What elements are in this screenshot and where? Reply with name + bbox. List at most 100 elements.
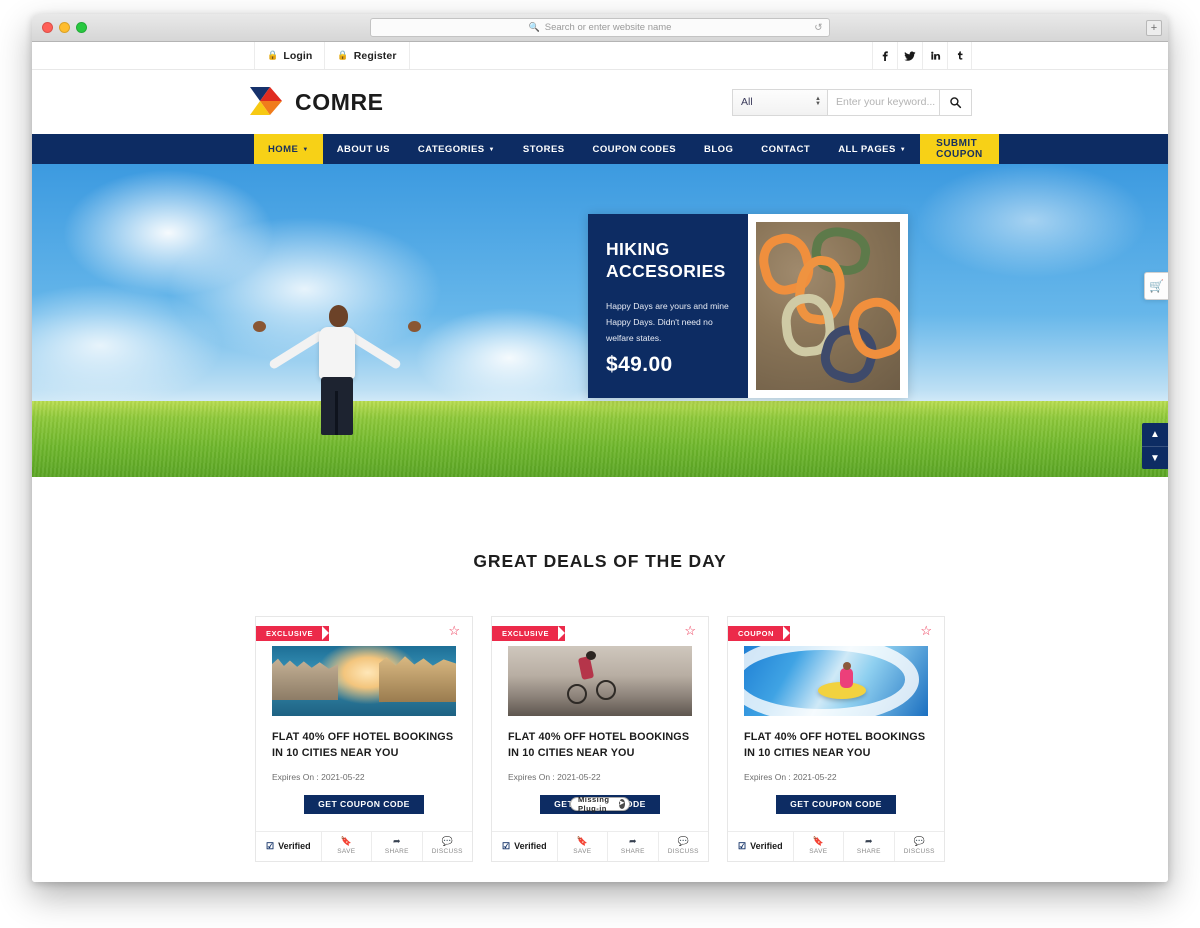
hero-promo-image [748, 214, 908, 398]
reload-icon[interactable]: ↺ [813, 22, 824, 33]
get-coupon-code-button[interactable]: GET COUPON CODE Missing Plug-in ➤ [540, 794, 660, 814]
share-label: SHARE [384, 848, 409, 856]
linkedin-icon[interactable] [922, 42, 947, 69]
lock-icon: 🔒 [267, 50, 279, 60]
lock-icon: 🔒 [337, 50, 349, 60]
nav-item-label: BLOG [704, 143, 734, 155]
hero-promo-card[interactable]: HIKING ACCESORIES Happy Days are yours a… [588, 214, 908, 398]
deal-card-expiry: Expires On : 2021-05-22 [508, 771, 601, 782]
brand-row: COMRE All ▲ ▼ Enter your keyword... [32, 70, 1168, 134]
share-action[interactable]: ➦ SHARE [608, 831, 659, 861]
deal-card-title: FLAT 40% OFF HOTEL BOOKINGS IN 10 CITIES… [744, 731, 926, 759]
search-input-placeholder: Enter your keyword... [836, 96, 936, 108]
hero-promo-description: Happy Days are yours and mine Happy Days… [606, 300, 729, 343]
deal-card[interactable]: EXCLUSIVE ☆ FLAT 40% OFF HOTEL BOOKINGS … [491, 616, 709, 862]
search-submit-button[interactable] [940, 88, 972, 116]
new-tab-button[interactable]: + [1146, 19, 1162, 36]
main-navigation: HOME ▼ ABOUT US CATEGORIES ▼ STORES COUP… [32, 134, 1168, 164]
window-controls[interactable] [32, 22, 87, 33]
deal-card[interactable]: COUPON ☆ FLAT 40% OFF HOTEL BOOKINGS IN … [727, 616, 945, 862]
discuss-action[interactable]: 💬 DISCUSS [895, 832, 944, 861]
hero-promo-price: $49.00 [606, 353, 673, 377]
save-action[interactable]: 🔖 SAVE [558, 831, 609, 861]
arrow-right-icon: ➤ [618, 799, 625, 810]
nav-item-coupon-codes[interactable]: COUPON CODES [579, 134, 691, 164]
brand-name: COMRE [295, 88, 384, 115]
chevron-down-icon[interactable]: ▼ [1142, 446, 1168, 469]
share-arrow-icon: ➦ [865, 836, 873, 847]
discuss-action[interactable]: 💬 DISCUSS [659, 832, 708, 861]
social-links [872, 42, 972, 69]
get-coupon-code-button[interactable]: GET COUPON CODE [776, 794, 896, 814]
deal-card-header: EXCLUSIVE ☆ [492, 617, 708, 646]
minimize-window-button[interactable] [59, 22, 70, 33]
share-arrow-icon: ➦ [393, 836, 401, 847]
missing-plugin-badge[interactable]: Missing Plug-in ➤ [570, 795, 630, 813]
discuss-label: DISCUSS [431, 848, 463, 856]
nav-item-label: CONTACT [761, 143, 811, 155]
hero-promo-title-line1: HIKING [606, 239, 670, 259]
star-outline-icon[interactable]: ☆ [448, 624, 460, 637]
site-logo[interactable]: COMRE [248, 83, 384, 121]
save-action[interactable]: 🔖 SAVE [794, 831, 845, 861]
verified-label: Verified [278, 841, 311, 852]
verified-badge: ☑ Verified [492, 831, 558, 861]
nav-item-categories[interactable]: CATEGORIES ▼ [404, 134, 509, 164]
search-category-select[interactable]: All ▲ ▼ [732, 88, 828, 116]
save-label: SAVE [573, 848, 592, 856]
deal-card-image [744, 646, 928, 716]
tumblr-icon[interactable] [947, 42, 972, 69]
deal-card[interactable]: EXCLUSIVE ☆ FLAT 40% OFF HOTEL BOOKINGS … [255, 616, 473, 862]
site-search: All ▲ ▼ Enter your keyword... [732, 88, 972, 116]
share-label: SHARE [856, 848, 881, 856]
verified-label: Verified [750, 841, 783, 852]
register-label: Register [353, 49, 397, 62]
nav-item-home[interactable]: HOME ▼ [254, 134, 323, 164]
nav-item-stores[interactable]: STORES [509, 134, 579, 164]
star-outline-icon[interactable]: ☆ [920, 624, 932, 637]
nav-item-all-pages[interactable]: ALL PAGES ▼ [824, 134, 920, 164]
deal-ribbon-label: COUPON [738, 629, 774, 638]
deals-section: GREAT DEALS OF THE DAY EXCLUSIVE ☆ FLAT … [32, 477, 1168, 862]
hero-slider-controls[interactable]: ▲ ▼ [1142, 423, 1168, 469]
save-action[interactable]: 🔖 SAVE [322, 831, 373, 861]
facebook-icon[interactable] [872, 42, 897, 69]
chevron-down-icon: ▼ [302, 147, 309, 153]
comment-icon: 💬 [677, 836, 689, 847]
bookmark-icon: 🔖 [576, 836, 588, 847]
utility-bar: 🔒 Login 🔒 Register [32, 42, 1168, 70]
deals-section-title: GREAT DEALS OF THE DAY [473, 551, 727, 571]
deal-card-header: EXCLUSIVE ☆ [256, 617, 472, 646]
close-window-button[interactable] [42, 22, 53, 33]
nav-item-label: COUPON CODES [592, 143, 677, 155]
submit-coupon-button[interactable]: SUBMIT COUPON [920, 134, 999, 164]
hero-grass-field [32, 401, 1168, 477]
checkbox-checked-icon: ☑ [266, 840, 275, 851]
share-action[interactable]: ➦ SHARE [844, 831, 895, 861]
nav-item-contact[interactable]: CONTACT [747, 134, 824, 164]
twitter-icon[interactable] [897, 42, 922, 69]
search-input[interactable]: Enter your keyword... [828, 88, 940, 116]
chevron-up-icon[interactable]: ▲ [1142, 423, 1168, 446]
maximize-window-button[interactable] [76, 22, 87, 33]
nav-item-label: ALL PAGES [838, 143, 896, 155]
verified-badge: ☑ Verified [728, 831, 794, 861]
chevron-updown-icon: ▲ ▼ [815, 96, 821, 107]
search-category-value: All [741, 96, 753, 108]
deal-card-image [508, 646, 692, 716]
share-action[interactable]: ➦ SHARE [372, 831, 423, 861]
share-label: SHARE [620, 848, 645, 856]
address-bar[interactable]: 🔍 Search or enter website name ↺ [370, 18, 830, 37]
register-link[interactable]: 🔒 Register [325, 42, 410, 69]
nav-item-label: ABOUT US [336, 143, 390, 155]
star-outline-icon[interactable]: ☆ [684, 624, 696, 637]
nav-item-about-us[interactable]: ABOUT US [323, 134, 404, 164]
nav-item-blog[interactable]: BLOG [690, 134, 747, 164]
deal-card-title: FLAT 40% OFF HOTEL BOOKINGS IN 10 CITIES… [508, 731, 690, 759]
login-link[interactable]: 🔒 Login [254, 42, 326, 69]
deal-card-title: FLAT 40% OFF HOTEL BOOKINGS IN 10 CITIES… [272, 731, 454, 759]
shopping-cart-icon[interactable]: 🛒 [1144, 272, 1168, 300]
discuss-action[interactable]: 💬 DISCUSS [423, 832, 472, 861]
page-viewport: 🔒 Login 🔒 Register COMRE All ▲ ▼ Enter y… [32, 42, 1168, 882]
get-coupon-code-button[interactable]: GET COUPON CODE [304, 794, 424, 814]
